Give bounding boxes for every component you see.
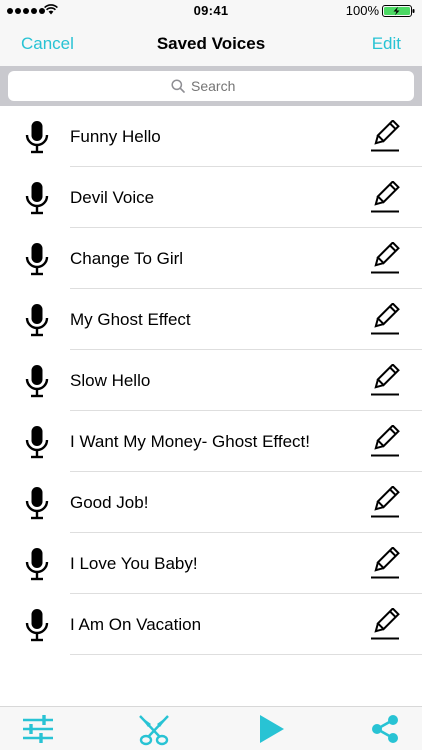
edit-pencil-icon[interactable] [370,608,400,640]
list-item[interactable]: Change To Girl [0,228,422,289]
list-item[interactable]: Funny Hello [0,106,422,167]
list-item-label: Change To Girl [70,249,184,268]
list-item-label: I Want My Money- Ghost Effect! [70,432,310,451]
list-item-label: I Am On Vacation [70,615,202,634]
microphone-icon [25,548,49,581]
list-item-label: Devil Voice [70,188,155,207]
list-item-label: Slow Hello [70,371,151,390]
edit-pencil-icon[interactable] [370,120,400,152]
list-item-label: Good Job! [70,493,149,512]
play-icon[interactable] [257,714,285,744]
scissors-icon[interactable] [137,714,171,746]
search-input[interactable] [191,78,251,94]
microphone-icon [25,121,49,154]
share-icon[interactable] [370,714,400,744]
navigation-bar: Cancel Saved Voices Edit [0,22,422,66]
microphone-icon [25,426,49,459]
list-item[interactable]: My Ghost Effect [0,289,422,350]
list-item[interactable]: I Love You Baby! [0,533,422,594]
edit-pencil-icon[interactable] [370,181,400,213]
list-item[interactable]: I Want My Money- Ghost Effect! [0,411,422,472]
search-field[interactable] [8,71,414,101]
edit-pencil-icon[interactable] [370,486,400,518]
microphone-icon [25,304,49,337]
microphone-icon [25,243,49,276]
list-item[interactable]: Devil Voice [0,167,422,228]
list-item[interactable]: I Am On Vacation [0,594,422,655]
list-item-label: I Love You Baby! [70,554,198,573]
microphone-icon [25,365,49,398]
list-item-label: My Ghost Effect [70,310,191,329]
battery-percentage: 100% [345,3,379,18]
edit-pencil-icon[interactable] [370,425,400,457]
search-bar [0,66,422,106]
list-item[interactable]: Good Job! [0,472,422,533]
list-item-label: Funny Hello [70,127,161,146]
edit-pencil-icon[interactable] [370,547,400,579]
edit-pencil-icon[interactable] [370,242,400,274]
microphone-icon [25,182,49,215]
microphone-icon [25,487,49,520]
bottom-toolbar [0,706,422,750]
list-item[interactable]: Slow Hello [0,350,422,411]
saved-voices-list: Funny Hello Devil Voice Change To Girl M… [0,106,422,655]
edit-button[interactable]: Edit [372,34,401,54]
battery-icon [382,5,415,17]
sliders-icon[interactable] [22,714,54,744]
status-bar: 09:41 100% [0,0,422,22]
search-icon [171,79,185,93]
edit-pencil-icon[interactable] [370,303,400,335]
page-title: Saved Voices [156,34,266,53]
edit-pencil-icon[interactable] [370,364,400,396]
microphone-icon [25,609,49,642]
